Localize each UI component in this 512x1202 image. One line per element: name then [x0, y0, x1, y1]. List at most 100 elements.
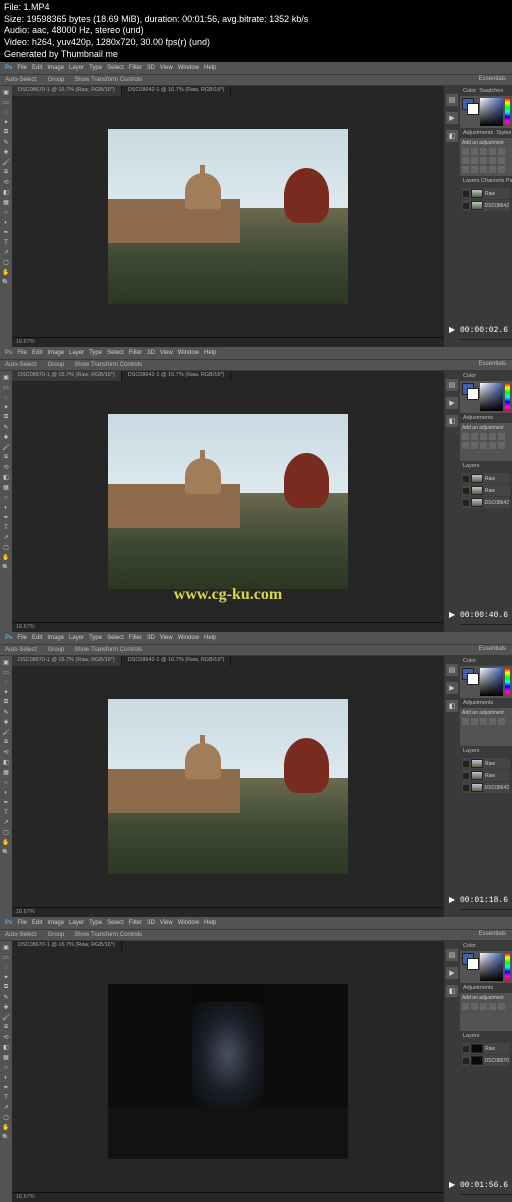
hue-slider[interactable] [505, 98, 510, 126]
adj-icon[interactable] [498, 718, 505, 725]
exposure-adj-icon[interactable] [489, 148, 496, 155]
menu-edit[interactable]: Edit [32, 635, 42, 641]
stamp-tool-icon[interactable]: ⧇ [2, 453, 11, 462]
opt-show-transform[interactable]: Show Transform Controls [74, 932, 142, 938]
menu-file[interactable]: File [17, 65, 27, 71]
adjustments-panel-header[interactable]: Adjustments Styles [460, 128, 512, 138]
adj-icon[interactable] [471, 718, 478, 725]
layers-panel-header[interactable]: Layers Channels Paths [460, 176, 512, 186]
lasso-tool-icon[interactable]: ◌ [2, 108, 11, 117]
layer-thumbnail[interactable] [471, 1044, 483, 1053]
doc-tab-1[interactable]: DSC08670-1 @ 16.7% (Raw, RGB/16*) [12, 371, 122, 381]
menu-layer[interactable]: Layer [69, 920, 84, 926]
marquee-tool-icon[interactable]: ▭ [2, 383, 11, 392]
wand-tool-icon[interactable]: ✦ [2, 118, 11, 127]
layer-row[interactable]: Raw [462, 485, 510, 496]
lasso-tool-icon[interactable]: ◌ [2, 963, 11, 972]
history-brush-icon[interactable]: ⟲ [2, 178, 11, 187]
menu-file[interactable]: File [17, 920, 27, 926]
menu-help[interactable]: Help [204, 635, 216, 641]
menu-image[interactable]: Image [47, 920, 64, 926]
eraser-tool-icon[interactable]: ◧ [2, 1043, 11, 1052]
wand-tool-icon[interactable]: ✦ [2, 688, 11, 697]
opt-group[interactable]: Group [48, 362, 65, 368]
eraser-tool-icon[interactable]: ◧ [2, 473, 11, 482]
properties-panel-icon[interactable]: ◧ [446, 130, 458, 142]
heal-tool-icon[interactable]: ✚ [2, 433, 11, 442]
eyedropper-tool-icon[interactable]: ✎ [2, 993, 11, 1002]
dodge-tool-icon[interactable]: ◐ [2, 788, 11, 797]
hand-tool-icon[interactable]: ✋ [2, 838, 11, 847]
menu-view[interactable]: View [160, 65, 173, 71]
layer-thumbnail[interactable] [471, 201, 483, 210]
layer-visibility-icon[interactable] [463, 1058, 469, 1064]
layers-panel-header[interactable]: Layers [460, 1031, 512, 1041]
menu-image[interactable]: Image [47, 65, 64, 71]
layers-footer-icons[interactable] [460, 909, 512, 917]
menu-layer[interactable]: Layer [69, 635, 84, 641]
color-field[interactable] [480, 98, 503, 126]
adj-icon[interactable] [462, 718, 469, 725]
adj-icon[interactable] [498, 433, 505, 440]
color-field[interactable] [480, 383, 503, 411]
zoom-level[interactable]: 16.67% [16, 1194, 35, 1201]
history-brush-icon[interactable]: ⟲ [2, 1033, 11, 1042]
heal-tool-icon[interactable]: ✚ [2, 718, 11, 727]
menu-view[interactable]: View [160, 350, 173, 356]
adj-icon[interactable] [480, 1003, 487, 1010]
color-panel-header[interactable]: Color [460, 656, 512, 666]
adjustments-panel-header[interactable]: Adjustments [460, 698, 512, 708]
bw-adj-icon[interactable] [471, 157, 478, 164]
adj-icon[interactable] [462, 433, 469, 440]
menu-select[interactable]: Select [107, 65, 124, 71]
wand-tool-icon[interactable]: ✦ [2, 403, 11, 412]
marquee-tool-icon[interactable]: ▭ [2, 98, 11, 107]
actions-panel-icon[interactable]: ▶ [446, 682, 458, 694]
history-brush-icon[interactable]: ⟲ [2, 463, 11, 472]
canvas[interactable] [12, 666, 444, 907]
menu-select[interactable]: Select [107, 920, 124, 926]
blur-tool-icon[interactable]: ○ [2, 493, 11, 502]
adj-icon[interactable] [489, 442, 496, 449]
opt-show-transform[interactable]: Show Transform Controls [74, 77, 142, 83]
zoom-level[interactable]: 16.67% [16, 624, 35, 631]
threshold-adj-icon[interactable] [480, 166, 487, 173]
adj-icon[interactable] [489, 718, 496, 725]
menu-image[interactable]: Image [47, 635, 64, 641]
menu-layer[interactable]: Layer [69, 65, 84, 71]
layer-thumbnail[interactable] [471, 474, 483, 483]
wand-tool-icon[interactable]: ✦ [2, 973, 11, 982]
layer-visibility-icon[interactable] [463, 773, 469, 779]
menu-help[interactable]: Help [204, 920, 216, 926]
channel-mixer-adj-icon[interactable] [489, 157, 496, 164]
menu-3d[interactable]: 3D [147, 65, 155, 71]
adj-icon[interactable] [462, 1003, 469, 1010]
shape-tool-icon[interactable]: ▢ [2, 1113, 11, 1122]
doc-tab-2[interactable]: DSC08642-1 @ 16.7% (Raw, RGB/16*) [122, 656, 232, 666]
type-tool-icon[interactable]: T [2, 238, 11, 247]
color-panel-header[interactable]: Color [460, 371, 512, 381]
opt-auto-select[interactable]: Auto-Select: [5, 932, 38, 938]
type-tool-icon[interactable]: T [2, 523, 11, 532]
hue-slider[interactable] [505, 383, 510, 411]
dodge-tool-icon[interactable]: ◐ [2, 503, 11, 512]
doc-tab-2[interactable]: DSC08642-1 @ 16.7% (Raw, RGB/16*) [122, 371, 232, 381]
path-tool-icon[interactable]: ↗ [2, 818, 11, 827]
menu-help[interactable]: Help [204, 65, 216, 71]
type-tool-icon[interactable]: T [2, 1093, 11, 1102]
brightness-adj-icon[interactable] [462, 148, 469, 155]
move-tool-icon[interactable]: ▣ [2, 658, 11, 667]
layer-visibility-icon[interactable] [463, 488, 469, 494]
menu-type[interactable]: Type [89, 635, 102, 641]
menu-3d[interactable]: 3D [147, 635, 155, 641]
zoom-tool-icon[interactable]: 🔍 [2, 848, 11, 857]
adj-icon[interactable] [480, 442, 487, 449]
menu-select[interactable]: Select [107, 350, 124, 356]
background-color[interactable] [467, 673, 479, 685]
crop-tool-icon[interactable]: ⧉ [2, 983, 11, 992]
gradient-tool-icon[interactable]: ▦ [2, 768, 11, 777]
layer-thumbnail[interactable] [471, 486, 483, 495]
menu-filter[interactable]: Filter [129, 635, 142, 641]
brush-tool-icon[interactable]: 🖌 [2, 158, 11, 167]
crop-tool-icon[interactable]: ⧉ [2, 698, 11, 707]
